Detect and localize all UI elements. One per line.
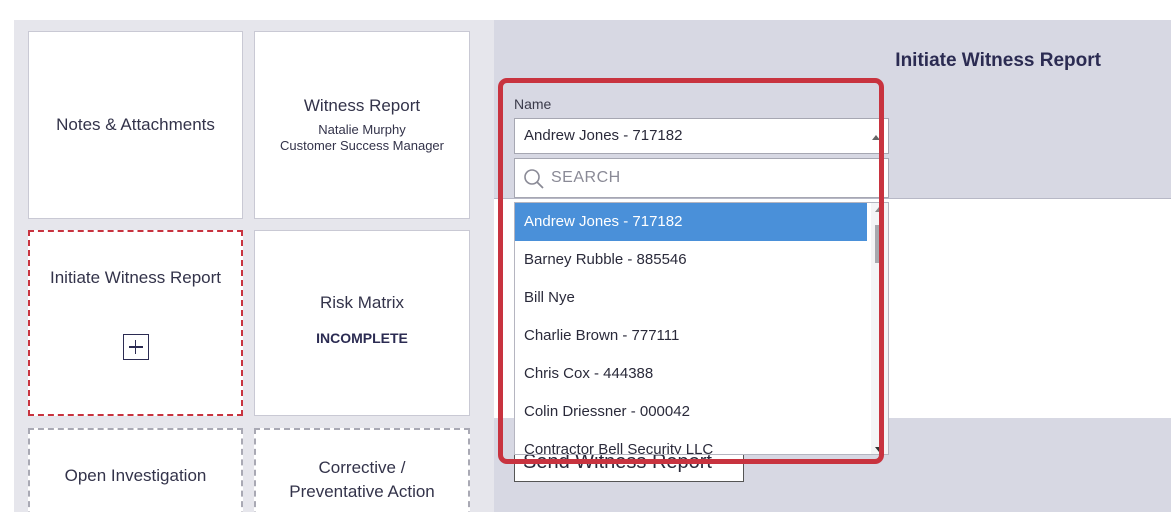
risk-matrix-label: Risk Matrix [319,293,405,312]
plus-box-icon [122,334,149,360]
witness-name: Natalie Murphy [318,122,406,137]
corrective-action-tile[interactable]: Corrective / Preventative Action [254,428,470,512]
witness-report-tile[interactable]: Witness Report Natalie Murphy Customer S… [254,31,470,219]
highlight-annotation [498,78,884,464]
witness-report-label: Witness Report [303,96,421,115]
initiate-witness-report-tile[interactable]: Initiate Witness Report [28,230,243,416]
form-title: Initiate Witness Report [895,50,1101,71]
corrective-action-label: Corrective / [318,458,406,477]
corrective-action-label-line2: Preventative Action [289,482,435,501]
action-tile-grid: Notes & Attachments Witness Report Natal… [14,20,494,512]
witness-role: Customer Success Manager [279,138,444,153]
risk-matrix-status: INCOMPLETE [316,330,408,346]
initiate-witness-report-label: Initiate Witness Report [49,268,221,287]
notes-attachments-label: Notes & Attachments [56,115,215,134]
open-investigation-tile[interactable]: Open Investigation [28,428,243,512]
open-investigation-label: Open Investigation [64,466,207,485]
notes-attachments-tile[interactable]: Notes & Attachments [28,31,243,219]
risk-matrix-tile[interactable]: Risk Matrix INCOMPLETE [254,230,470,416]
